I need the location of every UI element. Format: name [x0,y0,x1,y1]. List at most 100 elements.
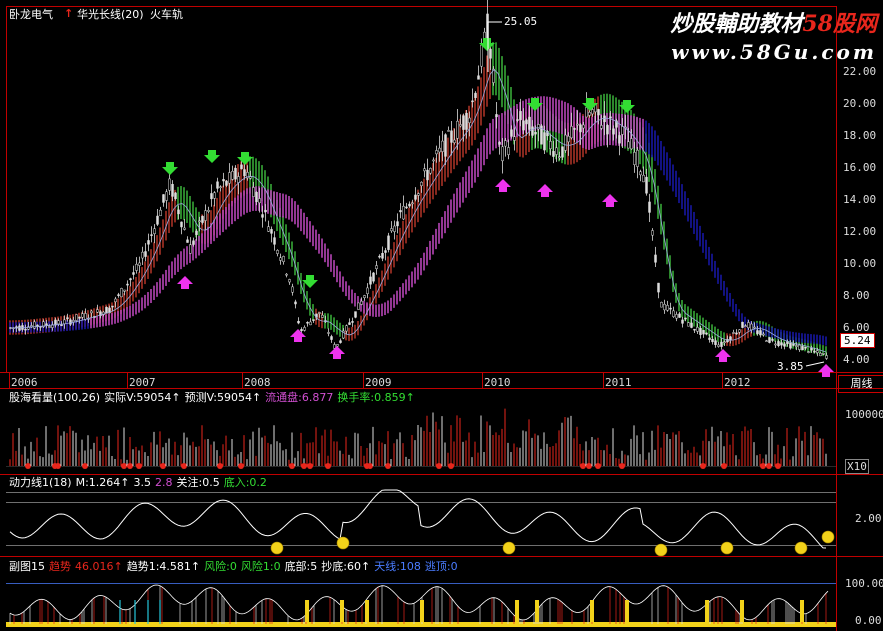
candle-body [471,100,474,103]
candle-body [192,240,195,245]
candle-body [429,168,432,174]
bottom-signal [340,600,344,622]
candle-body [270,229,273,234]
candle-body [618,135,621,144]
candle-body [657,282,660,293]
volume-panel-title[interactable]: 股海看量(100,26) [9,391,100,404]
candle-body [375,265,378,269]
volume-marker [766,463,772,469]
candle-body [273,237,276,245]
candle-body [225,180,228,186]
candle-body [561,146,564,158]
candle-body [60,324,63,327]
candle-body [204,210,207,221]
candle-body [555,147,558,155]
candle-body [138,262,141,266]
volume-marker [82,463,88,469]
candle-body [444,134,447,157]
candle-body [120,288,123,298]
current-price-box: 5.24 [840,333,875,348]
candle-body [525,119,528,125]
year-tick: 2012 [724,376,751,389]
volume-marker [595,463,601,469]
period-button[interactable]: 周线 [838,375,883,393]
candle-body [261,214,264,218]
candle-body [258,198,261,204]
candle-body [738,329,741,333]
candle-body [687,322,690,327]
price-tick: 14.00 [843,193,877,206]
candle-body [747,322,750,329]
candle-body [285,273,288,276]
candle-body [798,344,801,350]
risk-value: 风险:0 [204,560,237,573]
candle-body [363,295,366,298]
watermark-line1: 炒股輔助教材 [670,11,803,37]
volume-marker [619,463,625,469]
candle-body [360,300,363,305]
momentum-title[interactable]: 动力线1(18) [9,476,72,489]
candle-body [810,347,813,351]
candle-body [219,186,222,188]
candle-body [480,44,483,67]
candle-body [696,327,699,332]
candle-body [495,114,498,118]
candle-body [648,201,651,213]
candle-body [141,251,144,259]
candle-body [306,322,309,324]
bottom-signal [305,600,309,622]
candle-body [69,319,72,325]
candle-body [150,234,153,236]
low-callout [805,361,825,367]
chart-canvas[interactable] [0,0,883,631]
indicator-arrow-icon: ↑ [64,7,74,20]
candle-body [48,326,51,328]
candle-body [522,120,525,131]
volume-marker [160,463,166,469]
bottom-signal [625,600,629,622]
copy-bottom-value: 抄底:60↑ [321,560,371,573]
price-tick: 16.00 [843,161,877,174]
candle-body [177,209,180,215]
candle-body [84,313,87,320]
candle-body [297,320,300,324]
candle-body [579,124,582,133]
candle-body [111,305,114,308]
momentum-m: M:1.264↑ [75,476,130,489]
candle-body [372,272,375,282]
candle-body [396,221,399,227]
volume-bars [6,408,836,469]
candle-body [234,168,237,180]
candle-body [630,138,633,150]
candle-body [684,317,687,320]
candle-body [408,203,411,207]
candle-body [804,346,807,349]
buy-arrow-icon [818,364,834,377]
year-tick: 2010 [484,376,511,389]
candle-body [303,327,306,331]
volume-marker [289,463,295,469]
candle-body [666,305,669,311]
candle-body [477,75,480,80]
candle-body [720,341,723,347]
sub-title[interactable]: 副图15 [9,560,45,573]
candle-body [645,176,648,194]
candle-body [711,338,714,343]
candle-body [168,178,171,191]
candle-body [600,125,603,129]
baseline-strip [6,622,836,627]
stock-name: 卧龙电气 [9,8,53,21]
candle-body [783,343,786,347]
price-tick: 20.00 [843,97,877,110]
candle-body [423,168,426,172]
buy-arrow-icon [715,349,731,362]
volume-marker [436,463,442,469]
candle-body [198,220,201,223]
volume-marker [181,463,187,469]
sell-arrow-icon [204,150,220,163]
indicator-name[interactable]: 华光长线(20) [77,8,144,21]
volume-marker [367,463,373,469]
candle-body [33,321,36,329]
candle-body [300,329,303,332]
year-tick: 2007 [129,376,156,389]
